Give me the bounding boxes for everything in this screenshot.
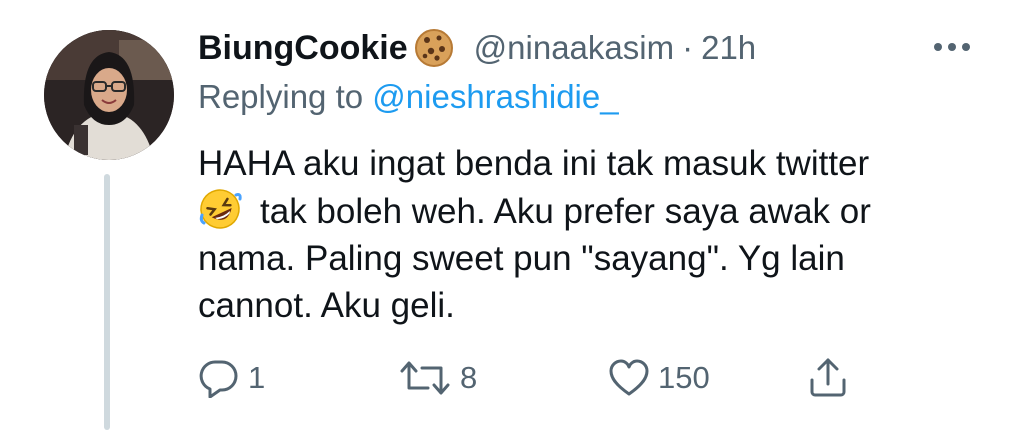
display-name[interactable]: BiungCookie [198,29,408,68]
tweet-actions: 1 8 150 [0,352,1024,402]
reply-icon [199,360,238,398]
replying-to-handle[interactable]: @nieshrashidie_ [372,78,618,115]
like-count: 150 [658,360,710,395]
retweet-icon [400,361,450,395]
avatar[interactable] [44,30,174,160]
separator-dot: · [682,29,694,66]
tweet-header: BiungCookie @ninaakasim · 21h [198,26,756,70]
rolling-laughing-icon [198,187,242,231]
share-button[interactable] [808,356,848,398]
replying-prefix: Replying to [198,78,364,115]
reply-button[interactable]: 1 [198,358,265,398]
replying-to: Replying to @nieshrashidie_ [198,78,619,116]
tweet-text-line: tak boleh weh. Aku prefer saya awak or [198,187,978,235]
more-icon[interactable] [934,43,970,51]
like-button[interactable]: 150 [608,358,710,398]
cookie-icon [414,28,454,68]
reply-count: 1 [248,360,266,395]
tweet-text-line: cannot. Aku geli. [198,286,455,325]
heart-icon [609,359,649,396]
share-icon [810,358,846,397]
user-handle[interactable]: @ninaakasim [474,29,674,67]
retweet-button[interactable]: 8 [398,358,477,398]
retweet-count: 8 [460,360,478,395]
tweet-text: HAHA aku ingat benda ini tak masuk twitt… [198,140,978,329]
timestamp[interactable]: 21h [701,29,756,67]
tweet-text-segment: tak boleh weh. Aku prefer saya awak or [260,192,871,231]
tweet-text-line: HAHA aku ingat benda ini tak masuk twitt… [198,144,870,183]
avatar-image [44,30,174,160]
tweet-text-line: nama. Paling sweet pun "sayang". Yg lain [198,239,845,278]
